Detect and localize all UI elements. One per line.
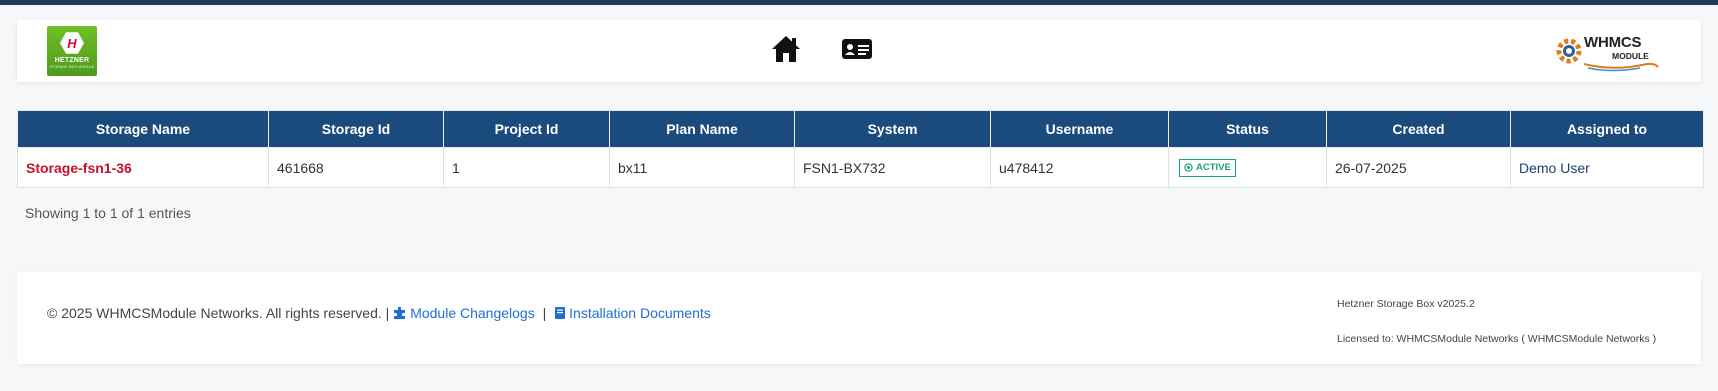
gear-icon xyxy=(1556,38,1582,64)
swirl-icon xyxy=(1583,62,1659,72)
storage-id-cell: 461668 xyxy=(268,147,444,188)
puzzle-piece-icon xyxy=(394,306,406,319)
column-header-assigned-to[interactable]: Assigned to xyxy=(1510,110,1704,148)
storage-table-container: Storage Name Storage Id Project Id Plan … xyxy=(17,110,1704,188)
assigned-to-cell[interactable]: Demo User xyxy=(1510,147,1704,188)
header-bar: H HETZNER STORAGE BOX MODULE WHMCS MODUL… xyxy=(17,20,1701,82)
column-header-storage-id[interactable]: Storage Id xyxy=(268,110,444,148)
book-icon xyxy=(555,307,566,319)
column-header-created[interactable]: Created xyxy=(1326,110,1511,148)
table-info: Showing 1 to 1 of 1 entries xyxy=(25,205,191,221)
column-header-storage-name[interactable]: Storage Name xyxy=(17,110,269,148)
column-header-project-id[interactable]: Project Id xyxy=(443,110,610,148)
storage-table: Storage Name Storage Id Project Id Plan … xyxy=(17,110,1704,188)
license-info: Licensed to: WHMCSModule Networks ( WHMC… xyxy=(1337,333,1657,345)
hetzner-hex-icon: H xyxy=(60,32,84,54)
module-version: Hetzner Storage Box v2025.2 xyxy=(1337,298,1475,310)
top-accent-bar xyxy=(0,0,1718,5)
table-row[interactable]: Storage-fsn1-36 461668 1 bx11 FSN1-BX732… xyxy=(17,147,1704,188)
footer-separator: | xyxy=(542,305,547,321)
hetzner-brand-text: HETZNER xyxy=(54,57,90,64)
status-badge: ACTIVE xyxy=(1179,158,1236,177)
home-icon[interactable] xyxy=(770,33,802,65)
project-id-cell: 1 xyxy=(443,147,610,188)
footer: © 2025 WHMCSModule Networks. All rights … xyxy=(17,272,1701,364)
status-cell: ACTIVE xyxy=(1168,147,1327,188)
hetzner-tagline: STORAGE BOX MODULE xyxy=(49,65,95,69)
module-changelogs-link[interactable]: Module Changelogs xyxy=(393,305,535,321)
column-header-status[interactable]: Status xyxy=(1168,110,1327,148)
created-cell: 26-07-2025 xyxy=(1326,147,1511,188)
column-header-username[interactable]: Username xyxy=(990,110,1169,148)
column-header-plan-name[interactable]: Plan Name xyxy=(609,110,795,148)
id-card-icon[interactable] xyxy=(841,37,873,61)
installation-documents-link[interactable]: Installation Documents xyxy=(554,305,711,321)
status-badge-label: ACTIVE xyxy=(1196,161,1231,173)
whmcs-logo-word: WHMCS xyxy=(1584,34,1642,51)
plan-name-cell: bx11 xyxy=(609,147,795,188)
copyright-text: © 2025 WHMCSModule Networks. All rights … xyxy=(47,305,390,321)
username-cell: u478412 xyxy=(990,147,1169,188)
installation-documents-label: Installation Documents xyxy=(569,305,711,321)
module-changelogs-label: Module Changelogs xyxy=(410,305,535,321)
storage-name-link[interactable]: Storage-fsn1-36 xyxy=(17,147,269,188)
hetzner-logo[interactable]: H HETZNER STORAGE BOX MODULE xyxy=(47,26,97,76)
column-header-system[interactable]: System xyxy=(794,110,991,148)
footer-copyright-line: © 2025 WHMCSModule Networks. All rights … xyxy=(47,305,711,321)
check-circle-icon xyxy=(1184,163,1193,172)
whmcs-module-logo[interactable]: WHMCS MODULE xyxy=(1554,32,1684,72)
system-cell: FSN1-BX732 xyxy=(794,147,991,188)
table-header-row: Storage Name Storage Id Project Id Plan … xyxy=(17,110,1704,148)
